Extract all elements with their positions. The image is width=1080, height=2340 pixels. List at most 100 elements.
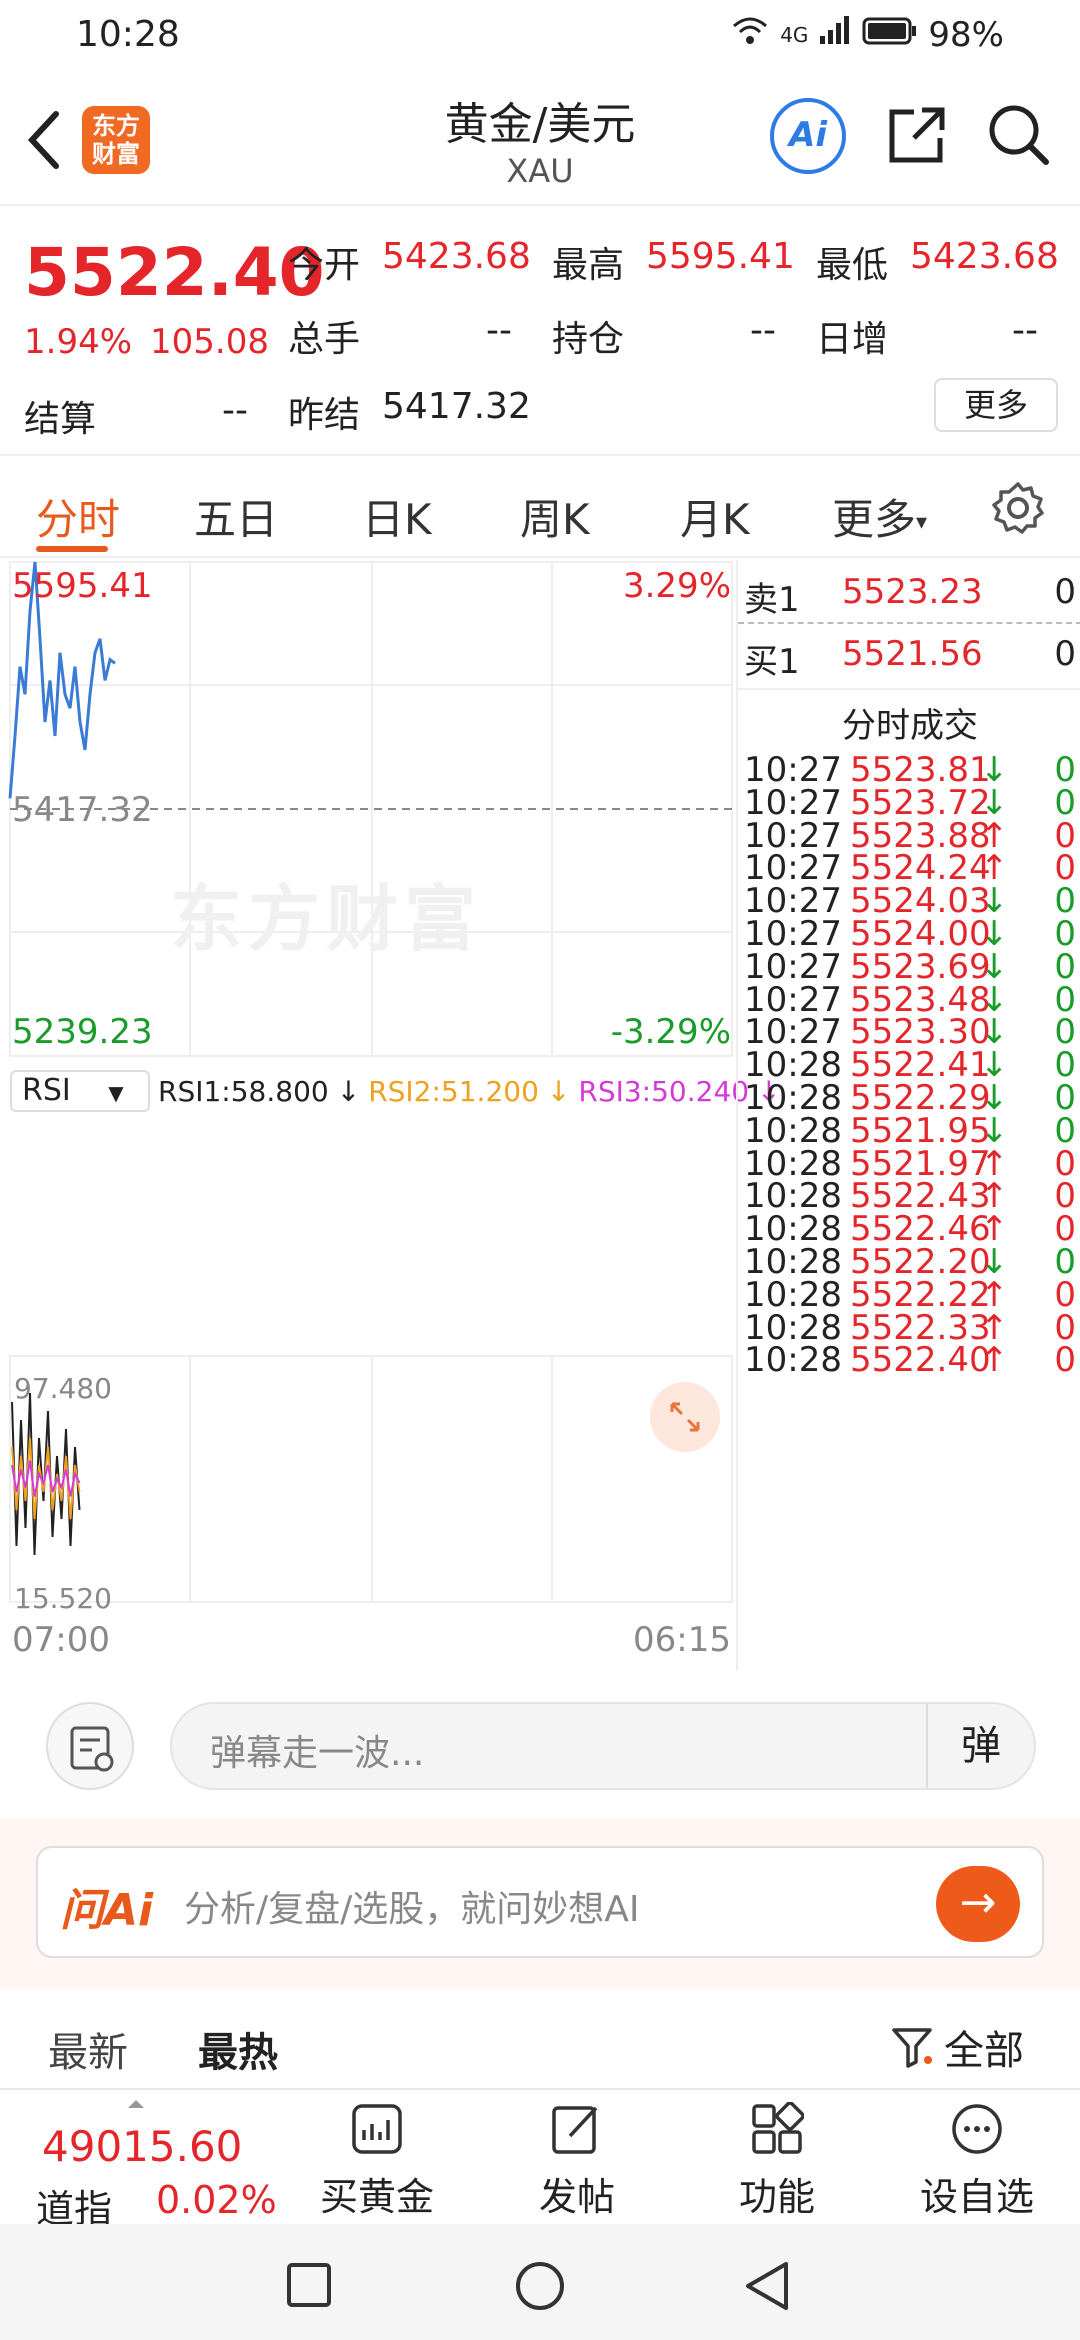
danmaku-settings-icon: [70, 1726, 114, 1772]
settle-label: 结算: [24, 399, 97, 440]
indicator-legend: RSI ▼ RSI1:58.800 ↓ RSI2:51.200 ↓ RSI3:50.…: [10, 1068, 781, 1114]
time-start: 07:00: [12, 1620, 110, 1660]
danmaku-toggle-button[interactable]: 弹: [926, 1704, 1034, 1788]
chart-canvas: [8, 561, 733, 1603]
trade-row: 10:28 5522.40 ↑ 0: [738, 1340, 1080, 1388]
intraday-chart[interactable]: 东方财富 5595.41 3.29% 5417.32 5239.23 -3.29…: [0, 560, 781, 1670]
header: 东方 财富 黄金/美元 XAU Ai: [0, 72, 1080, 206]
ai-ask-label: 问Ai: [60, 1885, 154, 1936]
settings-gear-icon[interactable]: [990, 480, 1046, 540]
caret-down-icon: ▾: [916, 510, 928, 535]
ai-ask-input[interactable]: 问Ai 分析/复盘/选股，就问妙想AI →: [36, 1846, 1044, 1958]
low-value: 5423.68: [910, 236, 1059, 277]
position-value: --: [750, 310, 776, 351]
rsi-bottom-label: 15.520: [14, 1582, 112, 1615]
tab-daily-k[interactable]: 日K: [362, 486, 432, 547]
chart-min-price: 5239.23: [12, 1012, 153, 1052]
book-divider: [738, 622, 1080, 624]
comment-bar: 弹幕走一波... 弹: [0, 1670, 1080, 1820]
more-dots-icon: [952, 2104, 1002, 2154]
network-label: 4G: [780, 22, 809, 47]
ai-ask-go-button[interactable]: →: [936, 1866, 1020, 1942]
tab-monthly-k[interactable]: 月K: [680, 486, 750, 547]
app-logo[interactable]: 东方 财富: [82, 106, 150, 174]
prev-settle-label: 昨结: [288, 395, 361, 436]
wifi-icon: [730, 14, 770, 55]
rsi3-value: RSI3:50.240: [578, 1074, 750, 1108]
expand-icon[interactable]: [650, 1382, 720, 1452]
feed-filter: 最新 最热 全部: [0, 1990, 1080, 2090]
open-value: 5423.68: [382, 236, 531, 277]
change-pct: 1.94%: [24, 322, 133, 362]
page-subtitle: XAU: [506, 152, 574, 190]
buy1-row: 买1 5521.56 0: [744, 634, 1076, 682]
ai-button[interactable]: Ai: [770, 98, 846, 174]
tab-hottest[interactable]: 最热: [198, 2020, 278, 2078]
time-end: 06:15: [633, 1620, 731, 1660]
share-icon[interactable]: [884, 102, 950, 172]
low-label: 最低: [816, 245, 889, 286]
signal-icon: [818, 14, 852, 55]
trade-price: 5522.40: [850, 1340, 991, 1381]
watermark: 东方财富: [170, 877, 483, 961]
tab-latest[interactable]: 最新: [48, 2020, 128, 2078]
danmaku-settings-button[interactable]: [46, 1702, 134, 1790]
index-value: 49015.60: [42, 2122, 243, 2171]
rsi1-value: RSI1:58.800: [158, 1074, 329, 1108]
arrow-up-icon: ↑: [980, 1340, 1009, 1381]
ai-ask-section: 问Ai 分析/复盘/选股，就问妙想AI →: [0, 1818, 1080, 1988]
daily-inc-value: --: [1012, 310, 1038, 351]
sell1-row: 卖1 5523.23 0: [744, 572, 1076, 620]
arrow-down-icon: ↓: [546, 1074, 571, 1108]
danmaku-input[interactable]: 弹幕走一波... 弹: [170, 1702, 1036, 1790]
rsi2-value: RSI2:51.200: [368, 1074, 539, 1108]
daily-inc-label: 日增: [816, 319, 889, 360]
tab-five-day[interactable]: 五日: [194, 486, 278, 547]
trade-time: 10:28: [744, 1340, 842, 1381]
caret-up-icon: [128, 2100, 144, 2108]
trades-title: 分时成交: [842, 706, 978, 746]
recents-icon[interactable]: [286, 2262, 332, 2312]
chart-max-price: 5595.41: [12, 566, 153, 606]
tab-weekly-k[interactable]: 周K: [520, 486, 590, 547]
status-time: 10:28: [76, 14, 180, 55]
system-nav-bar: [0, 2224, 1080, 2340]
post-button[interactable]: 发帖: [502, 2102, 652, 2221]
bottom-bar: 49015.60 道指 0.02% 买黄金 发帖 功能 设自选: [0, 2088, 1080, 2231]
settle-value: --: [222, 390, 248, 431]
high-value: 5595.41: [646, 236, 795, 277]
caret-down-icon: ▼: [108, 1081, 124, 1105]
filter-all-button[interactable]: 全部: [890, 2018, 1024, 2076]
tab-intraday[interactable]: 分时: [36, 486, 120, 547]
search-icon[interactable]: [986, 102, 1052, 172]
chart-min-pct: -3.29%: [610, 1012, 731, 1052]
add-watchlist-button[interactable]: 设自选: [902, 2102, 1052, 2221]
book-divider: [738, 688, 1080, 690]
position-label: 持仓: [552, 319, 625, 360]
buy-gold-button[interactable]: 买黄金: [302, 2102, 452, 2221]
status-right: 4G 98%: [730, 14, 1004, 55]
back-nav-icon[interactable]: [742, 2260, 792, 2316]
period-tabs: 分时 五日 日K 周K 月K 更多▾: [0, 458, 1080, 558]
rsi-top-label: 97.480: [14, 1372, 112, 1405]
volume-value: --: [486, 310, 512, 351]
ai-ask-placeholder: 分析/复盘/选股，就问妙想AI: [184, 1889, 640, 1930]
functions-button[interactable]: 功能: [702, 2101, 852, 2221]
trade-volume: 0: [1054, 1340, 1076, 1381]
tab-active-indicator: [36, 546, 108, 552]
more-button[interactable]: 更多: [934, 378, 1058, 432]
battery-level: 98%: [928, 14, 1004, 55]
back-icon[interactable]: [22, 108, 66, 176]
prev-settle-value: 5417.32: [382, 386, 531, 427]
volume-label: 总手: [288, 319, 361, 360]
tab-more[interactable]: 更多▾: [832, 486, 927, 547]
home-icon[interactable]: [514, 2260, 566, 2316]
quote-panel: 5522.40 1.94% 105.08 结算 -- 今开 5423.68 最高…: [0, 206, 1080, 456]
high-label: 最高: [552, 245, 625, 286]
chart-icon: [352, 2104, 402, 2154]
change-value: 105.08: [150, 322, 269, 362]
index-change: 0.02%: [156, 2178, 277, 2222]
edit-icon: [552, 2106, 598, 2154]
page-title: 黄金/美元: [444, 99, 636, 150]
indicator-select[interactable]: RSI ▼: [10, 1070, 150, 1112]
